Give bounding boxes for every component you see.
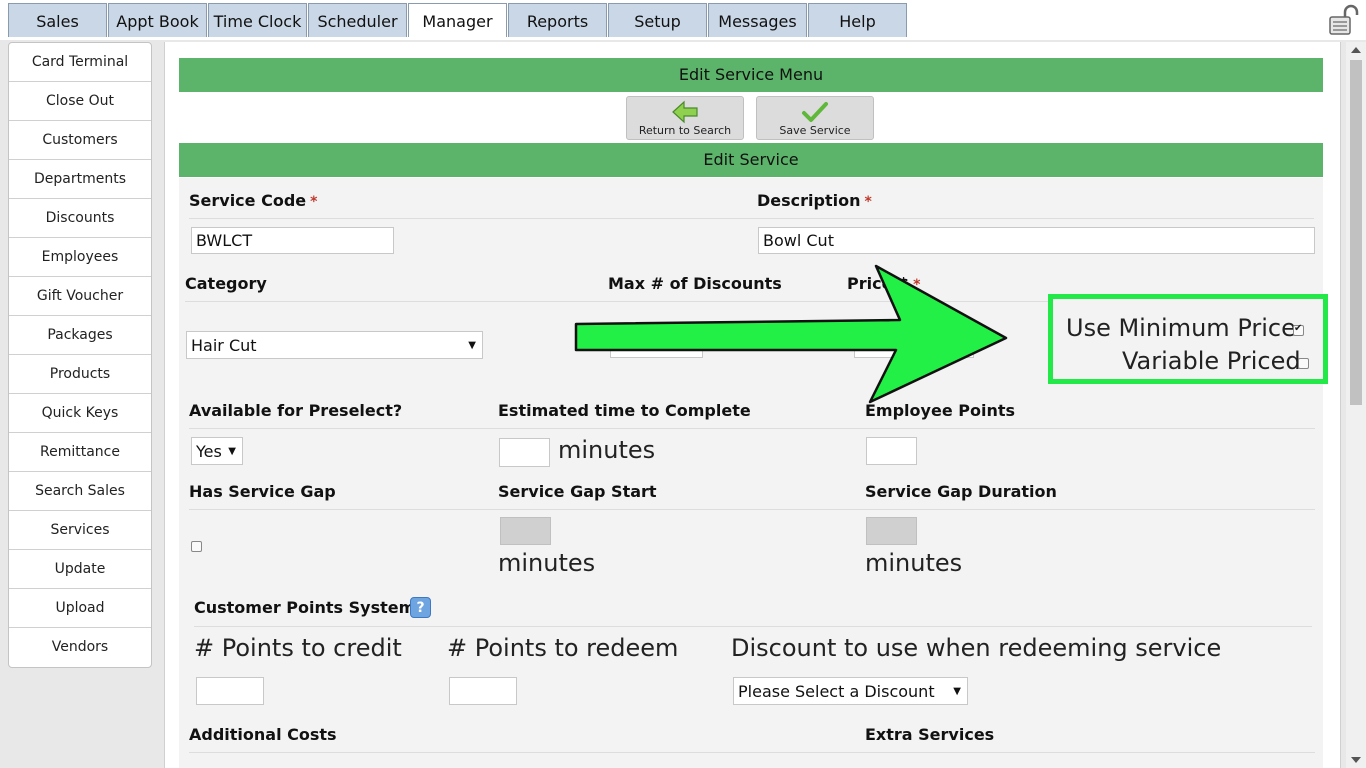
description-input[interactable]: Bowl Cut [758,227,1315,254]
additional-costs-label: Additional Costs [189,725,337,744]
tab-reports[interactable]: Reports [508,3,607,37]
tab-time-clock[interactable]: Time Clock [208,3,307,37]
lock-icon[interactable] [1328,4,1360,36]
gap-duration-input [866,517,917,545]
estimated-time-unit: minutes [558,436,656,464]
employee-points-label: Employee Points [865,401,1015,420]
service-code-label: Service Code * [189,191,318,210]
discount-redeem-select[interactable]: Please Select a Discount ▼ [733,677,968,705]
points-credit-input[interactable] [196,677,264,705]
gap-start-unit: minutes [498,549,596,577]
back-arrow-icon [672,100,698,124]
sidebar-item-packages[interactable]: Packages [9,316,151,355]
sidebar-item-gift-voucher[interactable]: Gift Voucher [9,277,151,316]
variable-priced-checkbox[interactable] [1298,358,1309,369]
divider [189,428,1315,429]
discount-redeem-label: Discount to use when redeeming service [731,634,1222,662]
gap-start-label: Service Gap Start [498,482,657,501]
service-gap-checkbox[interactable] [191,541,202,552]
return-to-search-label: Return to Search [638,124,732,137]
sidebar-item-remittance[interactable]: Remittance [9,433,151,472]
section-title-bar: Edit Service [179,143,1323,177]
divider [194,626,1312,627]
sidebar-item-discounts[interactable]: Discounts [9,199,151,238]
tab-manager[interactable]: Manager [408,3,507,37]
tab-appt-book[interactable]: Appt Book [108,3,207,37]
sidebar-item-customers[interactable]: Customers [9,121,151,160]
save-service-label: Save Service [779,124,851,137]
gap-start-input [500,517,551,545]
extra-services-label: Extra Services [865,725,995,744]
return-to-search-button[interactable]: Return to Search [626,96,744,140]
use-minimum-price-checkbox[interactable] [1293,323,1304,336]
discount-redeem-value: Please Select a Discount [738,682,935,701]
vertical-scrollbar[interactable] [1346,42,1366,768]
divider [189,509,1315,510]
gap-duration-unit: minutes [865,549,963,577]
sidebar-item-products[interactable]: Products [9,355,151,394]
gap-duration-label: Service Gap Duration [865,482,1057,501]
top-nav: Sales Appt Book Time Clock Scheduler Man… [0,0,1366,40]
sidebar-item-update[interactable]: Update [9,550,151,589]
description-label: Description * [757,191,872,210]
divider [189,218,1314,219]
scroll-thumb[interactable] [1350,60,1362,405]
variable-priced-label: Variable Priced [1122,347,1301,375]
service-code-input[interactable]: BWLCT [191,227,394,254]
sidebar-item-vendors[interactable]: Vendors [9,628,151,666]
tab-help[interactable]: Help [808,3,907,37]
points-system-label: Customer Points System [194,598,416,617]
menu-title-bar: Edit Service Menu [179,58,1323,92]
points-redeem-label: # Points to redeem [447,634,679,662]
category-select[interactable]: Hair Cut ▼ [186,331,483,359]
checkmark-icon [802,102,828,122]
employee-points-input[interactable] [866,437,917,465]
divider [189,752,1315,753]
use-minimum-price-label: Use Minimum Price [1066,314,1296,342]
save-service-button[interactable]: Save Service [756,96,874,140]
preselect-value: Yes [196,442,222,461]
sidebar-item-upload[interactable]: Upload [9,589,151,628]
sidebar-item-employees[interactable]: Employees [9,238,151,277]
tab-scheduler[interactable]: Scheduler [308,3,407,37]
sidebar-item-services[interactable]: Services [9,511,151,550]
preselect-label: Available for Preselect? [189,401,403,420]
scroll-down-icon[interactable] [1351,757,1361,763]
estimated-time-label: Estimated time to Complete [498,401,751,420]
sidebar-item-departments[interactable]: Departments [9,160,151,199]
chevron-down-icon: ▼ [953,686,961,697]
annotation-arrow-icon [574,264,1008,404]
scroll-up-icon[interactable] [1351,47,1361,53]
points-redeem-input[interactable] [449,677,517,705]
points-credit-label: # Points to credit [194,634,402,662]
chevron-down-icon: ▼ [468,340,476,351]
tab-sales[interactable]: Sales [8,3,107,37]
estimated-time-input[interactable] [499,438,550,467]
tab-messages[interactable]: Messages [708,3,807,37]
category-value: Hair Cut [191,336,257,355]
chevron-down-icon: ▼ [228,446,236,457]
service-gap-label: Has Service Gap [189,482,336,501]
sidebar-item-card-terminal[interactable]: Card Terminal [9,43,151,82]
help-icon[interactable]: ? [410,597,431,618]
tab-setup[interactable]: Setup [608,3,707,37]
sidebar-item-close-out[interactable]: Close Out [9,82,151,121]
preselect-select[interactable]: Yes ▼ [191,437,243,465]
sidebar-item-quick-keys[interactable]: Quick Keys [9,394,151,433]
sidebar-item-search-sales[interactable]: Search Sales [9,472,151,511]
sidebar: Card Terminal Close Out Customers Depart… [8,42,152,668]
category-label: Category [185,274,267,293]
